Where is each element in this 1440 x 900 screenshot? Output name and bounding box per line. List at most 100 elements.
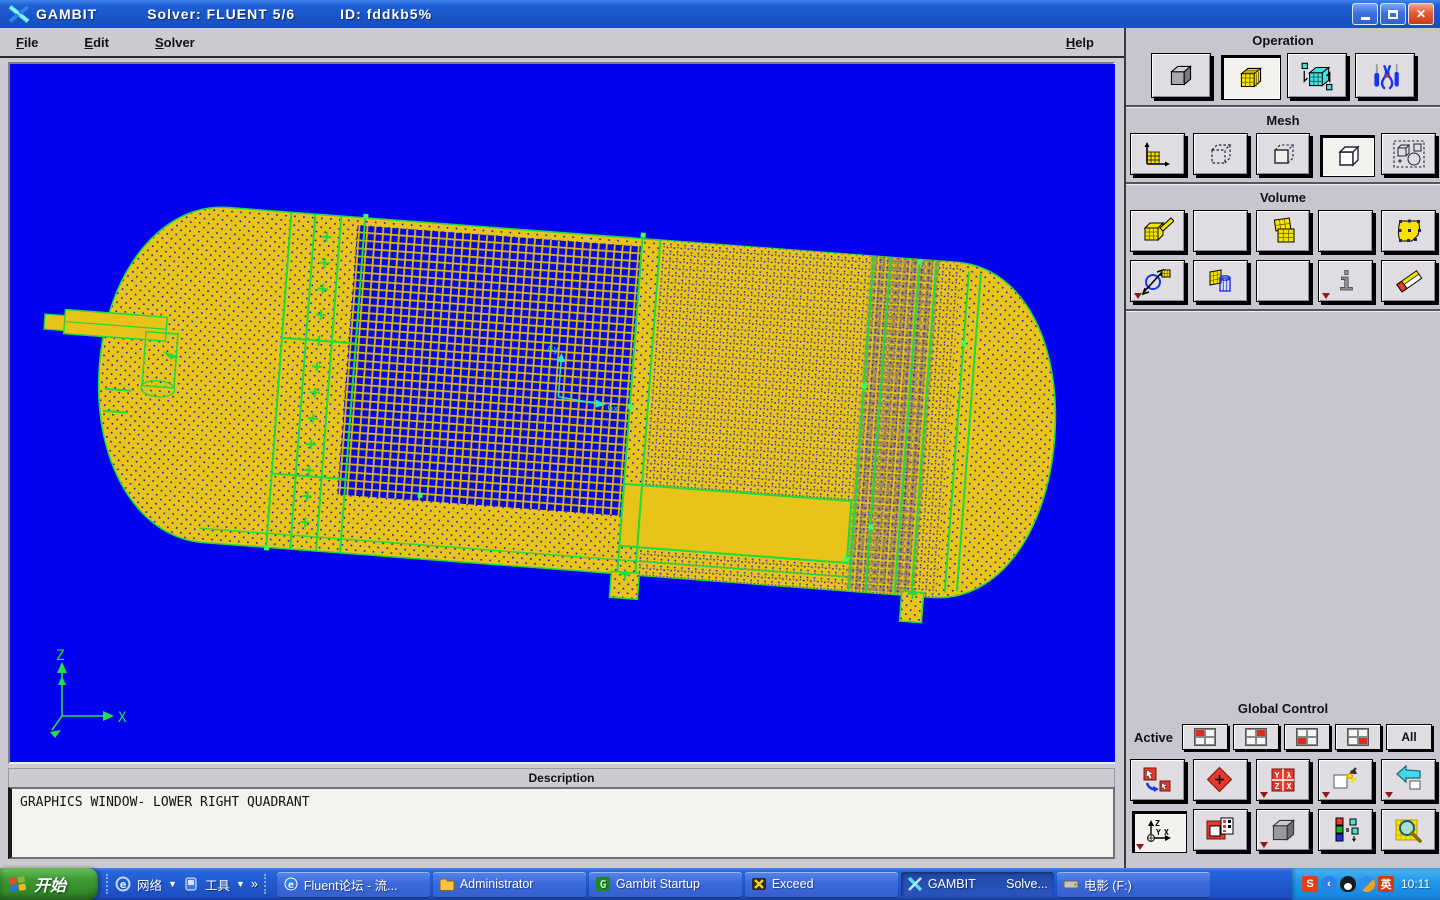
geometry-button[interactable] — [1151, 53, 1211, 98]
vertex-type-button[interactable] — [1130, 260, 1185, 302]
quadrant-upper-right-button[interactable] — [1233, 724, 1279, 750]
messenger-tray-icon[interactable]: ‹ — [1321, 876, 1337, 892]
restore-icon — [1388, 10, 1398, 19]
gambit-g-icon: G — [595, 876, 611, 892]
operation-title: Operation — [1126, 28, 1440, 52]
description-text[interactable]: GRAPHICS WINDOW- LOWER RIGHT QUADRANT — [8, 787, 1115, 859]
task-gambit[interactable]: GAMBIT Solve... — [901, 872, 1054, 897]
face-mesh-button[interactable] — [1256, 133, 1311, 175]
operation-toolpad: Operation — [1124, 28, 1440, 868]
quadrant-lower-left-button[interactable] — [1284, 724, 1330, 750]
ie-icon[interactable]: e — [115, 876, 131, 892]
axis-display-button[interactable]: Z Y X — [1132, 811, 1187, 853]
toolbar-grip[interactable] — [264, 874, 267, 894]
pan-view-button[interactable] — [1130, 759, 1185, 801]
visibility-button[interactable] — [1318, 759, 1373, 801]
blank-button[interactable] — [1318, 210, 1373, 252]
task-movie-drive[interactable]: 电影 (F:) — [1057, 872, 1210, 897]
ime-indicator[interactable]: 英 — [1378, 876, 1394, 892]
edge-mesh-button[interactable] — [1193, 133, 1248, 175]
svg-text:X: X — [1287, 782, 1292, 791]
svg-text:e: e — [288, 880, 294, 891]
mouse-view-icon — [1140, 765, 1174, 795]
info-button[interactable]: i — [1318, 260, 1373, 302]
mesh-operation-button[interactable] — [1221, 55, 1281, 100]
quick-launch: e 网络 ▼ 工具 ▼ » — [98, 868, 275, 900]
menubar: File Edit Solver Help — [0, 28, 1124, 58]
smooth-volume-button[interactable] — [1381, 210, 1436, 252]
network-menu[interactable]: 网络 — [137, 875, 162, 894]
color-mode-button[interactable] — [1318, 809, 1373, 851]
delete-mesh-button[interactable] — [1381, 260, 1436, 302]
graphics-window-frame: Gy Gx Z X — [8, 62, 1115, 764]
menu-file[interactable]: File — [16, 35, 38, 50]
axis-triad-icon: Z Y X — [1142, 817, 1176, 847]
start-label: 开始 — [34, 872, 66, 896]
active-label: Active — [1134, 730, 1173, 745]
start-button[interactable]: 开始 — [0, 868, 98, 900]
fit-to-window-button[interactable] — [1193, 759, 1248, 801]
device-icon[interactable] — [183, 876, 199, 892]
qq-belly — [1344, 883, 1352, 890]
examine-mesh-button[interactable] — [1381, 809, 1436, 851]
undo-button[interactable] — [1381, 759, 1436, 801]
svg-text:Z: Z — [1155, 819, 1160, 828]
svg-text:Gx: Gx — [607, 404, 619, 415]
graphics-window[interactable]: Gy Gx Z X — [10, 64, 1115, 762]
render-mode-button[interactable] — [1256, 809, 1311, 851]
restore-button[interactable] — [1380, 3, 1406, 25]
quadrant-lower-right-button[interactable] — [1335, 724, 1381, 750]
toolbar-grip[interactable] — [106, 874, 109, 894]
sogou-tray-icon[interactable]: S — [1302, 876, 1318, 892]
copy-mesh-button[interactable] — [1256, 210, 1311, 252]
chevron-down-icon[interactable]: ▼ — [236, 879, 245, 889]
display-attributes-icon — [1203, 815, 1237, 845]
task-gambit-startup[interactable]: G Gambit Startup — [589, 872, 742, 897]
all-quadrants-button[interactable]: All — [1386, 724, 1432, 750]
blank-button[interactable] — [1256, 260, 1311, 302]
mesh-volume-button[interactable] — [1130, 210, 1185, 252]
menu-solver[interactable]: Solver — [155, 35, 195, 50]
cube-mesh-cyan-icon — [1300, 61, 1334, 91]
menu-edit[interactable]: Edit — [84, 35, 109, 50]
globe-tray-icon[interactable] — [1359, 876, 1375, 892]
chevron-down-icon[interactable]: ▼ — [168, 879, 177, 889]
system-tray: S ‹ 英 10:11 — [1292, 868, 1440, 900]
svg-text:Z: Z — [1275, 782, 1280, 791]
svg-text:Y: Y — [1275, 771, 1280, 780]
menu-help[interactable]: Help — [1066, 35, 1094, 50]
task-fluent-forum[interactable]: e Fluent论坛 - 流... — [277, 872, 430, 897]
unlink-mesh-button[interactable] — [1193, 260, 1248, 302]
tools-button[interactable] — [1355, 53, 1415, 98]
clock[interactable]: 10:11 — [1401, 877, 1430, 891]
quadrant-upper-left-button[interactable] — [1182, 724, 1228, 750]
drive-icon — [1063, 876, 1079, 892]
undo-icon — [1392, 765, 1426, 795]
gambit-logo-icon — [8, 5, 30, 23]
quadrant-upper-right-icon — [1245, 728, 1267, 746]
blank-button[interactable] — [1193, 210, 1248, 252]
qq-tray-icon[interactable] — [1340, 876, 1356, 892]
minimize-button[interactable] — [1352, 3, 1378, 25]
overflow-chevron[interactable]: » — [251, 877, 258, 891]
smooth-volume-icon — [1392, 216, 1426, 246]
examine-mesh-icon — [1392, 815, 1426, 845]
task-administrator[interactable]: Administrator — [433, 872, 586, 897]
tools-icon — [1368, 61, 1402, 91]
svg-text:G: G — [600, 878, 607, 891]
quadrant-lower-right-icon — [1347, 728, 1369, 746]
gambit-x-icon — [907, 876, 923, 892]
display-attributes-button[interactable] — [1193, 809, 1248, 851]
zones-button[interactable] — [1287, 53, 1347, 98]
vessel-group: Gy Gx — [27, 188, 1068, 631]
close-button[interactable]: ✕ — [1408, 3, 1434, 25]
group-mesh-icon — [1392, 139, 1426, 169]
task-exceed[interactable]: Exceed — [745, 872, 898, 897]
titlebar-id-label: ID: fddkb5% — [340, 6, 432, 22]
volume-mesh-button[interactable] — [1320, 135, 1375, 177]
svg-text:i: i — [1339, 268, 1353, 296]
orient-view-button[interactable]: Y λ Z X — [1256, 759, 1311, 801]
group-mesh-button[interactable] — [1381, 133, 1436, 175]
tools-menu[interactable]: 工具 — [205, 875, 230, 894]
boundary-layer-button[interactable] — [1130, 133, 1185, 175]
